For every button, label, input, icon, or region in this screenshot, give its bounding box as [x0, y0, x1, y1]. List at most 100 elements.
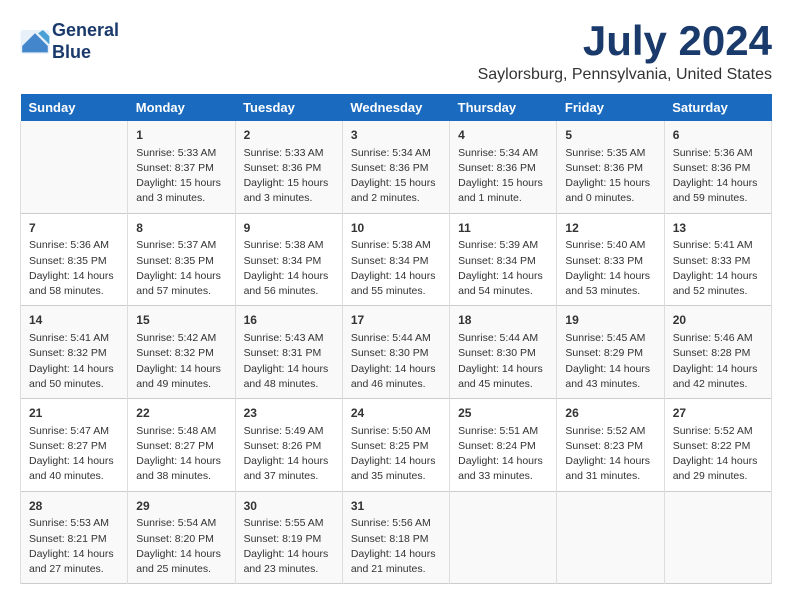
- day-number: 25: [458, 405, 548, 422]
- header-day: Sunday: [21, 94, 128, 121]
- calendar-cell: 26 Sunrise: 5:52 AMSunset: 8:23 PMDayligh…: [557, 399, 664, 492]
- calendar-cell: 23 Sunrise: 5:49 AMSunset: 8:26 PMDayligh…: [235, 399, 342, 492]
- calendar-cell: [664, 491, 771, 584]
- day-number: 2: [244, 127, 334, 144]
- cell-content: Sunrise: 5:43 AMSunset: 8:31 PMDaylight:…: [244, 331, 334, 392]
- day-number: 14: [29, 312, 119, 329]
- day-number: 11: [458, 220, 548, 237]
- day-number: 10: [351, 220, 441, 237]
- calendar-cell: 22 Sunrise: 5:48 AMSunset: 8:27 PMDayligh…: [128, 399, 235, 492]
- cell-content: Sunrise: 5:34 AMSunset: 8:36 PMDaylight:…: [458, 146, 548, 207]
- header-day: Friday: [557, 94, 664, 121]
- header-day: Thursday: [450, 94, 557, 121]
- day-number: 27: [673, 405, 763, 422]
- header-day: Monday: [128, 94, 235, 121]
- cell-content: Sunrise: 5:42 AMSunset: 8:32 PMDaylight:…: [136, 331, 226, 392]
- day-number: 20: [673, 312, 763, 329]
- cell-content: Sunrise: 5:38 AMSunset: 8:34 PMDaylight:…: [351, 238, 441, 299]
- calendar-cell: 12Sunrise: 5:40 AMSunset: 8:33 PMDayligh…: [557, 213, 664, 306]
- day-number: 22: [136, 405, 226, 422]
- day-number: 8: [136, 220, 226, 237]
- calendar-cell: 28Sunrise: 5:53 AMSunset: 8:21 PMDayligh…: [21, 491, 128, 584]
- cell-content: Sunrise: 5:41 AMSunset: 8:33 PMDaylight:…: [673, 238, 763, 299]
- calendar-cell: 14 Sunrise: 5:41 AMSunset: 8:32 PMDayligh…: [21, 306, 128, 399]
- header-day: Tuesday: [235, 94, 342, 121]
- cell-content: Sunrise: 5:33 AMSunset: 8:37 PMDaylight:…: [136, 146, 226, 207]
- cell-content: Sunrise: 5:50 AMSunset: 8:25 PMDaylight:…: [351, 424, 441, 485]
- cell-content: Sunrise: 5:48 AMSunset: 8:27 PMDaylight:…: [136, 424, 226, 485]
- day-number: 1: [136, 127, 226, 144]
- cell-content: Sunrise: 5:49 AMSunset: 8:26 PMDaylight:…: [244, 424, 334, 485]
- page-header: General Blue July 2024 Saylorsburg, Penn…: [20, 20, 772, 84]
- day-number: 7: [29, 220, 119, 237]
- calendar-cell: 20 Sunrise: 5:46 AMSunset: 8:28 PMDayligh…: [664, 306, 771, 399]
- calendar-cell: 30Sunrise: 5:55 AMSunset: 8:19 PMDayligh…: [235, 491, 342, 584]
- cell-content: Sunrise: 5:36 AMSunset: 8:36 PMDaylight:…: [673, 146, 763, 207]
- calendar-cell: 25 Sunrise: 5:51 AMSunset: 8:24 PMDayligh…: [450, 399, 557, 492]
- day-number: 26: [565, 405, 655, 422]
- day-number: 6: [673, 127, 763, 144]
- calendar-cell: 31Sunrise: 5:56 AMSunset: 8:18 PMDayligh…: [342, 491, 449, 584]
- cell-content: Sunrise: 5:56 AMSunset: 8:18 PMDaylight:…: [351, 516, 441, 577]
- day-number: 23: [244, 405, 334, 422]
- cell-content: Sunrise: 5:34 AMSunset: 8:36 PMDaylight:…: [351, 146, 441, 207]
- cell-content: Sunrise: 5:33 AMSunset: 8:36 PMDaylight:…: [244, 146, 334, 207]
- calendar-cell: 19 Sunrise: 5:45 AMSunset: 8:29 PMDayligh…: [557, 306, 664, 399]
- location: Saylorsburg, Pennsylvania, United States: [478, 66, 772, 84]
- calendar-week-row: 1 Sunrise: 5:33 AMSunset: 8:37 PMDaylight…: [21, 121, 772, 213]
- day-number: 12: [565, 220, 655, 237]
- day-number: 31: [351, 498, 441, 515]
- calendar-cell: 16Sunrise: 5:43 AMSunset: 8:31 PMDayligh…: [235, 306, 342, 399]
- calendar-week-row: 14 Sunrise: 5:41 AMSunset: 8:32 PMDayligh…: [21, 306, 772, 399]
- calendar-cell: 11Sunrise: 5:39 AMSunset: 8:34 PMDayligh…: [450, 213, 557, 306]
- cell-content: Sunrise: 5:51 AMSunset: 8:24 PMDaylight:…: [458, 424, 548, 485]
- day-number: 24: [351, 405, 441, 422]
- day-number: 9: [244, 220, 334, 237]
- title-block: July 2024 Saylorsburg, Pennsylvania, Uni…: [478, 20, 772, 84]
- calendar-cell: 24 Sunrise: 5:50 AMSunset: 8:25 PMDayligh…: [342, 399, 449, 492]
- calendar-week-row: 7Sunrise: 5:36 AMSunset: 8:35 PMDaylight…: [21, 213, 772, 306]
- cell-content: Sunrise: 5:52 AMSunset: 8:22 PMDaylight:…: [673, 424, 763, 485]
- cell-content: Sunrise: 5:35 AMSunset: 8:36 PMDaylight:…: [565, 146, 655, 207]
- day-number: 13: [673, 220, 763, 237]
- calendar-cell: 6 Sunrise: 5:36 AMSunset: 8:36 PMDaylight…: [664, 121, 771, 213]
- cell-content: Sunrise: 5:36 AMSunset: 8:35 PMDaylight:…: [29, 238, 119, 299]
- cell-content: Sunrise: 5:47 AMSunset: 8:27 PMDaylight:…: [29, 424, 119, 485]
- cell-content: Sunrise: 5:44 AMSunset: 8:30 PMDaylight:…: [351, 331, 441, 392]
- day-number: 17: [351, 312, 441, 329]
- calendar-cell: 27 Sunrise: 5:52 AMSunset: 8:22 PMDayligh…: [664, 399, 771, 492]
- day-number: 5: [565, 127, 655, 144]
- header-day: Saturday: [664, 94, 771, 121]
- cell-content: Sunrise: 5:40 AMSunset: 8:33 PMDaylight:…: [565, 238, 655, 299]
- cell-content: Sunrise: 5:46 AMSunset: 8:28 PMDaylight:…: [673, 331, 763, 392]
- logo-text: General Blue: [52, 20, 119, 63]
- calendar-cell: [21, 121, 128, 213]
- calendar-cell: [450, 491, 557, 584]
- day-number: 29: [136, 498, 226, 515]
- calendar-week-row: 21Sunrise: 5:47 AMSunset: 8:27 PMDayligh…: [21, 399, 772, 492]
- cell-content: Sunrise: 5:52 AMSunset: 8:23 PMDaylight:…: [565, 424, 655, 485]
- header-day: Wednesday: [342, 94, 449, 121]
- cell-content: Sunrise: 5:44 AMSunset: 8:30 PMDaylight:…: [458, 331, 548, 392]
- day-number: 28: [29, 498, 119, 515]
- cell-content: Sunrise: 5:39 AMSunset: 8:34 PMDaylight:…: [458, 238, 548, 299]
- day-number: 19: [565, 312, 655, 329]
- calendar-cell: 8Sunrise: 5:37 AMSunset: 8:35 PMDaylight…: [128, 213, 235, 306]
- cell-content: Sunrise: 5:53 AMSunset: 8:21 PMDaylight:…: [29, 516, 119, 577]
- calendar-cell: 13Sunrise: 5:41 AMSunset: 8:33 PMDayligh…: [664, 213, 771, 306]
- calendar-cell: 1 Sunrise: 5:33 AMSunset: 8:37 PMDaylight…: [128, 121, 235, 213]
- cell-content: Sunrise: 5:37 AMSunset: 8:35 PMDaylight:…: [136, 238, 226, 299]
- logo-icon: [20, 30, 50, 54]
- calendar-cell: 17 Sunrise: 5:44 AMSunset: 8:30 PMDayligh…: [342, 306, 449, 399]
- calendar-cell: 21Sunrise: 5:47 AMSunset: 8:27 PMDayligh…: [21, 399, 128, 492]
- header-row: SundayMondayTuesdayWednesdayThursdayFrid…: [21, 94, 772, 121]
- calendar-cell: [557, 491, 664, 584]
- calendar-table: SundayMondayTuesdayWednesdayThursdayFrid…: [20, 94, 772, 584]
- calendar-cell: 3Sunrise: 5:34 AMSunset: 8:36 PMDaylight…: [342, 121, 449, 213]
- calendar-cell: 10Sunrise: 5:38 AMSunset: 8:34 PMDayligh…: [342, 213, 449, 306]
- cell-content: Sunrise: 5:54 AMSunset: 8:20 PMDaylight:…: [136, 516, 226, 577]
- calendar-cell: 18Sunrise: 5:44 AMSunset: 8:30 PMDayligh…: [450, 306, 557, 399]
- cell-content: Sunrise: 5:41 AMSunset: 8:32 PMDaylight:…: [29, 331, 119, 392]
- cell-content: Sunrise: 5:45 AMSunset: 8:29 PMDaylight:…: [565, 331, 655, 392]
- calendar-cell: 5 Sunrise: 5:35 AMSunset: 8:36 PMDaylight…: [557, 121, 664, 213]
